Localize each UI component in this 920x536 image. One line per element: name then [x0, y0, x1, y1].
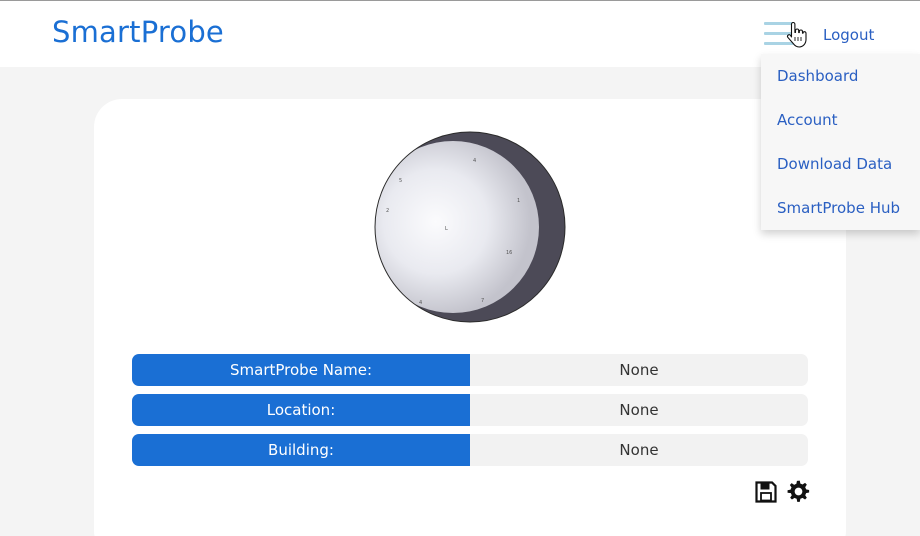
probe-camera-image: 4 5 2 1 16 4 7 L [374, 131, 566, 323]
hand-pointer-cursor-icon [786, 22, 807, 48]
building-value: None [470, 434, 808, 466]
svg-text:1: 1 [517, 198, 520, 204]
probe-name-value: None [470, 354, 808, 386]
probe-name-row: SmartProbe Name: None [132, 354, 808, 386]
svg-text:L: L [445, 226, 448, 232]
probe-name-label: SmartProbe Name: [132, 354, 470, 386]
logout-link[interactable]: Logout [823, 26, 874, 44]
svg-text:7: 7 [481, 298, 484, 304]
menu-item-download-data[interactable]: Download Data [777, 155, 892, 173]
menu-item-account[interactable]: Account [777, 111, 838, 129]
gear-icon[interactable] [786, 479, 811, 504]
building-label: Building: [132, 434, 470, 466]
location-value: None [470, 394, 808, 426]
svg-text:4: 4 [419, 300, 422, 306]
svg-text:4: 4 [473, 158, 476, 164]
location-row: Location: None [132, 394, 808, 426]
location-label: Location: [132, 394, 470, 426]
menu-item-dashboard[interactable]: Dashboard [777, 67, 858, 85]
brand-logo-text[interactable]: SmartProbe [52, 15, 224, 49]
svg-text:5: 5 [399, 178, 402, 184]
svg-text:2: 2 [386, 208, 389, 214]
menu-item-smartprobe-hub[interactable]: SmartProbe Hub [777, 199, 900, 217]
building-row: Building: None [132, 434, 808, 466]
save-icon[interactable] [754, 480, 778, 504]
nav-dropdown-menu: Dashboard Account Download Data SmartPro… [761, 54, 920, 230]
svg-text:16: 16 [506, 250, 512, 256]
